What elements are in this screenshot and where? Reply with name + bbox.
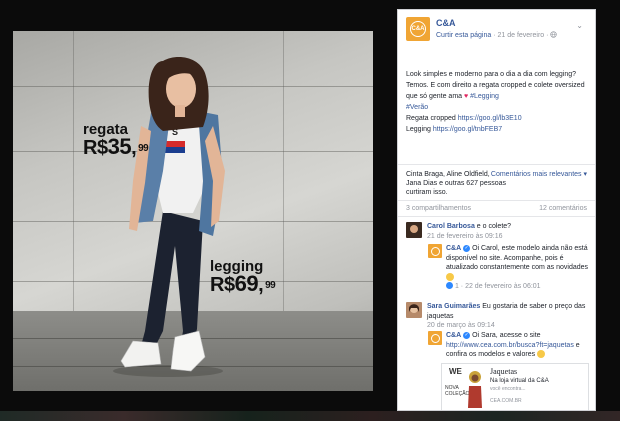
comment-text: e o colete?: [474, 223, 512, 230]
divider: [398, 200, 595, 201]
legging-link[interactable]: https://goo.gl/tnbFEB7: [433, 126, 502, 133]
post-message: Look simples e moderno para o dia a dia …: [406, 69, 586, 135]
comment-author[interactable]: C&A: [446, 245, 461, 252]
smile-emoji-icon: [537, 350, 546, 359]
comment-timestamp[interactable]: 21 de fevereiro às 09:16: [427, 233, 503, 240]
comment-item: Carol Barbosa e o colete? 21 de fevereir…: [406, 222, 589, 246]
divider: [398, 164, 595, 165]
brand-logo-icon: C&A: [410, 21, 426, 37]
comment-timestamp[interactable]: 20 de março às 09:14: [427, 322, 495, 329]
shares-count[interactable]: 3 compartilhamentos: [406, 205, 471, 212]
legging-price-cents: 99: [265, 280, 276, 291]
model-figure: S: [113, 57, 225, 377]
preview-model-image: [468, 371, 482, 408]
comment-timestamp[interactable]: 1 · 22 de fevereiro às 06:01: [446, 282, 541, 290]
legging-price-amount: 69: [234, 271, 259, 296]
like-icon: [446, 282, 453, 289]
comment-text: Oi Sara, acesse o site: [470, 332, 541, 339]
comment-author[interactable]: Carol Barbosa: [427, 223, 475, 230]
preview-thumbnail: WE NOVA COLEÇÃO: [444, 366, 484, 408]
page-name-link[interactable]: C&A: [436, 18, 456, 28]
regata-price-tag: regata R$35, 99: [83, 122, 149, 159]
comment-body: C&A ✓ Oi Sara, acesse o site http://www.…: [446, 331, 591, 360]
post-header: C&A C&A Curtir esta página · 21 de fever…: [406, 17, 589, 47]
post-meta: Curtir esta página · 21 de fevereiro ·: [436, 31, 558, 39]
comment-body: Sara Guimarães Eu gostaria de saber o pr…: [427, 302, 591, 331]
hashtag-verao[interactable]: #Verão: [406, 104, 428, 111]
comments-count[interactable]: 12 comentários: [539, 205, 587, 212]
legging-price-tag: legging R$69, 99: [210, 259, 276, 296]
preview-caption: NOVA COLEÇÃO: [445, 385, 470, 397]
regata-line-label: Regata cropped: [406, 115, 458, 122]
comment-body: C&A ✓ Oi Carol, este modelo ainda não es…: [446, 244, 591, 292]
currency-symbol: R$: [83, 137, 108, 159]
comment-author[interactable]: Sara Guimarães: [427, 303, 480, 310]
comment-body: Carol Barbosa e o colete? 21 de fevereir…: [427, 222, 589, 241]
regata-price: R$35, 99: [83, 134, 149, 159]
comment-link[interactable]: http://www.cea.com.br/busca?ft=jaquetas: [446, 342, 574, 349]
preview-domain: CEA.COM.BR: [490, 398, 522, 404]
logo-text: C&A: [411, 26, 425, 32]
preview-badge: WE: [449, 367, 462, 376]
comment-meta-text: 1 · 22 de fevereiro às 06:01: [454, 283, 541, 290]
legging-line-label: Legging: [406, 126, 433, 133]
avatar[interactable]: [428, 244, 442, 258]
preview-subtext: você encontra...: [490, 386, 526, 392]
regata-price-amount: 35: [107, 134, 132, 159]
background-strip: [0, 411, 620, 421]
link-preview-card[interactable]: WE NOVA COLEÇÃO Jaquetas Na loja virtual…: [441, 363, 589, 410]
post-photo[interactable]: S regata R$35, 99 legging R$69, 99: [13, 31, 373, 391]
brand-logo-icon: [430, 333, 440, 343]
comment-item: Sara Guimarães Eu gostaria de saber o pr…: [406, 302, 589, 334]
preview-title: Jaquetas: [490, 367, 518, 376]
comment-sort-dropdown[interactable]: Comentários mais relevantes ▾: [491, 170, 587, 178]
currency-symbol: R$: [210, 274, 235, 296]
comment-reply: C&A ✓ Oi Carol, este modelo ainda não es…: [406, 244, 589, 304]
divider: [398, 216, 595, 217]
comment-reply: C&A ✓ Oi Sara, acesse o site http://www.…: [406, 331, 589, 365]
regata-price-cents: 99: [138, 143, 149, 154]
globe-icon: [550, 31, 558, 38]
post-side-panel: C&A C&A Curtir esta página · 21 de fever…: [397, 9, 596, 411]
avatar[interactable]: [406, 302, 422, 318]
legging-price: R$69, 99: [210, 271, 276, 296]
comment-author[interactable]: C&A: [446, 332, 461, 339]
chevron-down-icon[interactable]: ⌄: [576, 21, 583, 30]
page-avatar[interactable]: C&A: [406, 17, 430, 41]
avatar[interactable]: [406, 222, 422, 238]
smile-emoji-icon: [446, 272, 454, 281]
brand-logo-icon: [430, 246, 440, 256]
like-page-link[interactable]: Curtir esta página: [436, 32, 491, 39]
avatar[interactable]: [428, 331, 442, 345]
regata-link[interactable]: https://goo.gl/lb3E10: [458, 115, 522, 122]
hashtag-legging[interactable]: #Legging: [468, 93, 499, 100]
preview-description: Na loja virtual da C&A: [490, 378, 549, 384]
post-date[interactable]: · 21 de fevereiro ·: [491, 32, 550, 39]
